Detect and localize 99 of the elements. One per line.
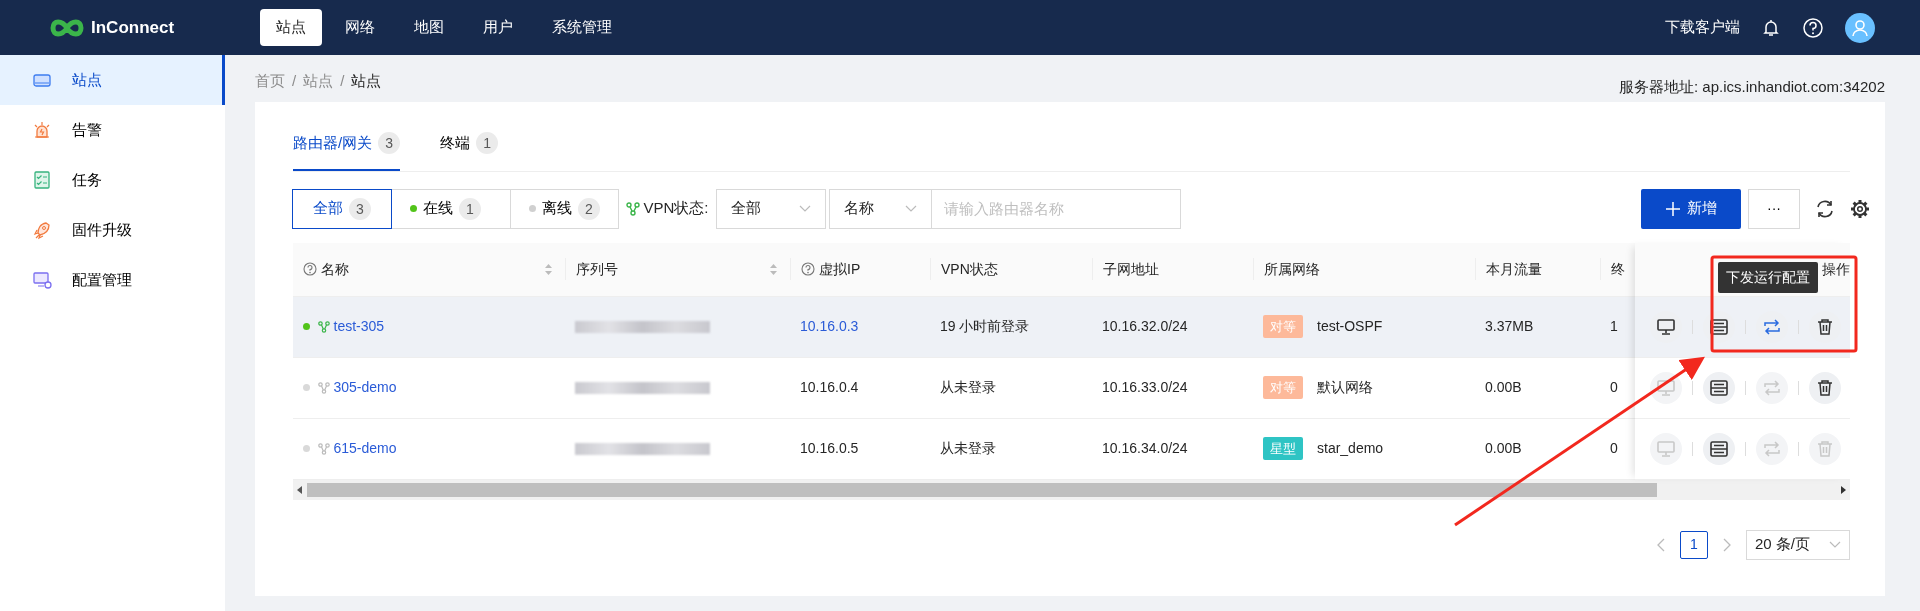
sync-arrows-icon [1763,378,1781,397]
config-button[interactable] [1703,432,1735,465]
avatar-icon[interactable] [1845,12,1875,43]
status-dot-icon [529,205,536,212]
tab[interactable]: 终端 1 [440,122,499,171]
help-icon [801,262,815,276]
table-cell-text: 从未登录 [940,439,996,458]
table-cell-text: 10.16.0.5 [800,439,859,458]
table-cell-text: 19 小时前登录 [940,317,1030,336]
delete-button[interactable] [1809,371,1841,404]
virtual-ip-link[interactable]: 10.16.0.3 [800,316,859,337]
table-cell-text: star_demo [1317,439,1384,458]
download-client-link[interactable]: 下载客户端 [1665,16,1740,39]
search-field[interactable]: 请输入路由器名称 [931,188,1181,229]
config-button[interactable] [1703,371,1735,404]
breadcrumb-current: 站点 [351,70,382,91]
column-header: 子网地址 [1103,259,1159,279]
add-button[interactable]: 新增 [1641,188,1741,229]
vpn-status-select[interactable]: 全部 [715,188,826,229]
table-cell-text: 10.16.34.0/24 [1102,439,1188,458]
device-name-link[interactable]: 305-demo [333,377,397,398]
status-filter-button[interactable]: 在线 1 [391,188,511,229]
table-cell-text: 0 [1610,378,1618,397]
sidebar-item[interactable]: 站点 [0,55,225,105]
trash-icon [1816,317,1834,336]
status-filter-button[interactable]: 全部 3 [292,188,392,229]
network-nodes-icon [317,442,330,455]
table-row[interactable]: 305-demo 10.16.0.4 从未登录 10.16.33.0/24 对等 默认网络 0.00B 0 [293,357,1635,419]
column-header: VPN状态 [941,259,998,279]
tab[interactable]: 路由器/网关 3 [293,122,401,171]
refresh-icon[interactable] [1815,198,1835,219]
list-panel-icon [1710,439,1728,458]
network-nodes-icon [626,201,640,216]
table-cell-text: 10.16.32.0/24 [1102,317,1188,336]
bell-icon[interactable] [1761,17,1781,38]
table-cell-text: 0.00B [1485,439,1522,458]
network-nodes-icon [317,381,330,394]
trash-icon [1816,439,1834,458]
nav-tab[interactable]: 网络 [329,9,391,46]
caret-icon [905,204,917,213]
column-header: 操作 [1822,259,1850,279]
network-type-tag: 星型 [1263,436,1303,461]
breadcrumb-separator: / [340,70,345,91]
table-cell-text: test-OSPF [1317,317,1383,336]
nav-tab[interactable]: 站点 [260,9,322,46]
more-button[interactable]: ··· [1748,188,1800,229]
monitor-gear-icon [32,270,52,290]
device-name-link[interactable]: test-305 [333,316,385,337]
alarm-light-icon [32,120,52,140]
monitor-icon [1657,439,1675,458]
page-button[interactable]: 1 [1680,530,1708,559]
status-dot-icon [410,205,417,212]
network-type-tag: 对等 [1263,375,1303,400]
tooltip: 下发运行配置 [1718,262,1818,293]
table-cell-text: 1 [1610,317,1618,336]
column-header: 序列号 [576,259,618,279]
nav-tab[interactable]: 地图 [398,9,460,46]
table-cell-text: 从未登录 [940,378,996,397]
table-row[interactable]: 615-demo 10.16.0.5 从未登录 10.16.34.0/24 星型 star_demo 0.00B 0 [293,418,1635,480]
page-size-select[interactable]: 20 条/页 [1746,529,1850,560]
server-address: 服务器地址: ap.ics.inhandiot.com:34202 [1619,76,1885,97]
column-header: 本月流量 [1486,259,1542,279]
sync-arrows-icon [1763,439,1781,458]
network-type-tag: 对等 [1263,314,1303,339]
breadcrumb-separator: / [292,70,297,91]
vpn-status-label: VPN状态: [643,198,709,219]
rocket-icon [32,220,52,240]
table-cell-text: 10.16.0.4 [800,378,859,397]
settings-icon[interactable] [1850,198,1870,219]
nav-tab[interactable]: 系统管理 [536,9,628,46]
help-icon [303,262,317,276]
sync-arrows-icon [1763,317,1781,336]
list-panel-icon [1710,378,1728,397]
status-filter-button[interactable]: 离线 2 [510,188,619,229]
table-cell-text: 0.00B [1485,378,1522,397]
device-name-link[interactable]: 615-demo [333,438,397,459]
table-cell-text: 0 [1610,439,1618,458]
monitor-icon [1657,317,1675,336]
column-header: 终 [1611,259,1625,279]
help-icon[interactable] [1802,16,1824,39]
column-header: 所属网络 [1264,259,1320,279]
network-nodes-icon [317,320,330,333]
list-panel-icon [1710,317,1728,336]
nav-tab[interactable]: 用户 [467,9,529,46]
table-row[interactable]: test-305 10.16.0.3 19 小时前登录 10.16.32.0/24 对等 test-OSPF 3.37MB 1 [293,296,1635,358]
column-header: 名称 [321,259,349,279]
caret-icon [1829,540,1841,549]
logo-text: InConnect [91,16,175,39]
table-cell-text: 3.37MB [1485,317,1534,336]
column-header: 虚拟IP [819,259,861,279]
plus-icon [1665,201,1680,216]
scrollbar-thumb[interactable] [307,482,1657,497]
trash-icon [1816,378,1834,397]
monitor-icon [1657,378,1675,397]
search-field-select[interactable]: 名称 [829,188,932,229]
caret-icon [798,204,811,213]
table-cell-text: 默认网络 [1317,378,1373,397]
checklist-icon [32,170,52,190]
table-cell-text: 10.16.33.0/24 [1102,378,1188,397]
